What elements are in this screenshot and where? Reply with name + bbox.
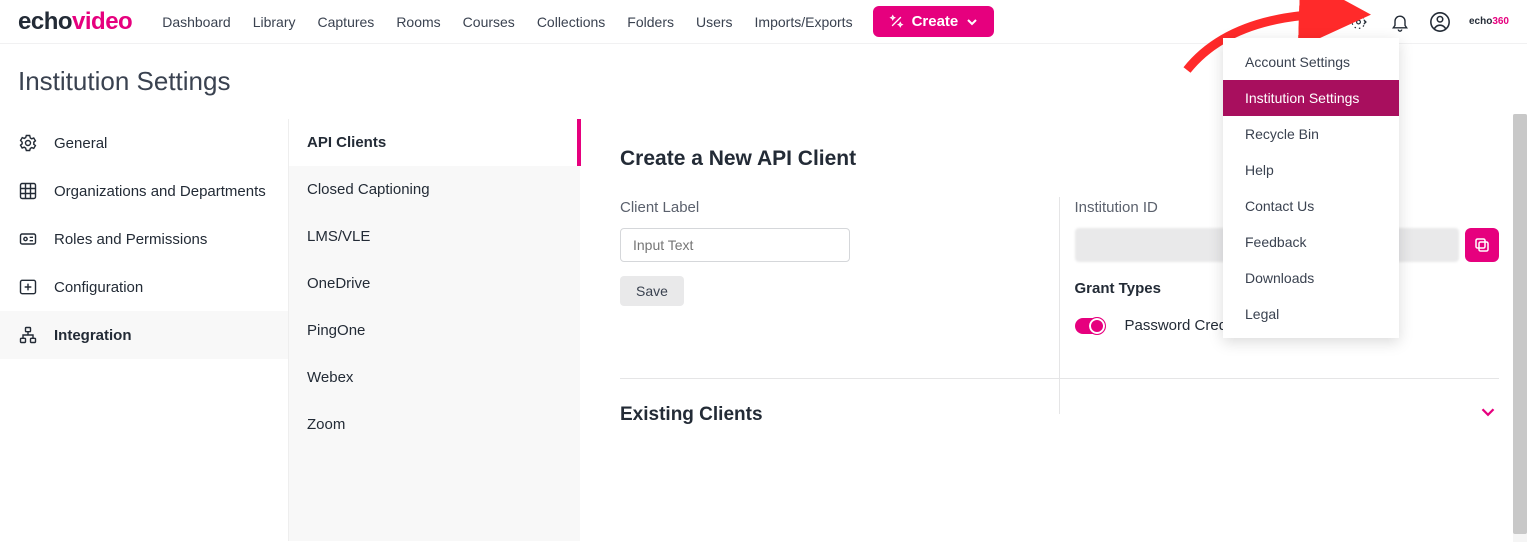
existing-clients-label: Existing Clients [620, 404, 763, 426]
primary-sidebar: General Organizations and Departments Ro… [0, 119, 288, 541]
dd-institution-settings[interactable]: Institution Settings [1223, 80, 1399, 116]
create-button[interactable]: Create [873, 6, 995, 37]
sub-item-lms-vle[interactable]: LMS/VLE [289, 213, 580, 260]
nav-library[interactable]: Library [253, 14, 296, 30]
sidebar-item-label: Roles and Permissions [54, 231, 207, 248]
copy-button[interactable] [1465, 228, 1499, 262]
chevron-down-icon [966, 16, 978, 28]
chevron-down-icon[interactable] [1477, 401, 1499, 429]
nav-dashboard[interactable]: Dashboard [162, 14, 231, 30]
dd-help[interactable]: Help [1223, 152, 1399, 188]
settings-gear-icon[interactable] [1349, 11, 1371, 33]
dd-downloads[interactable]: Downloads [1223, 260, 1399, 296]
nav-collections[interactable]: Collections [537, 14, 605, 30]
logo-text-a: echo [18, 8, 72, 35]
sub-item-api-clients[interactable]: API Clients [289, 119, 580, 166]
sidebar-item-integration[interactable]: Integration [0, 311, 288, 359]
sub-item-closed-captioning[interactable]: Closed Captioning [289, 166, 580, 213]
dd-contact-us[interactable]: Contact Us [1223, 188, 1399, 224]
account-user-icon[interactable] [1429, 11, 1451, 33]
main-nav: Dashboard Library Captures Rooms Courses… [162, 14, 852, 30]
nav-folders[interactable]: Folders [627, 14, 674, 30]
save-button[interactable]: Save [620, 276, 684, 306]
settings-dropdown: Account Settings Institution Settings Re… [1223, 38, 1399, 338]
role-icon [18, 229, 38, 249]
sub-item-onedrive[interactable]: OneDrive [289, 260, 580, 307]
sidebar-item-label: Configuration [54, 279, 143, 296]
dd-account-settings[interactable]: Account Settings [1223, 44, 1399, 80]
dd-legal[interactable]: Legal [1223, 296, 1399, 332]
sub-item-zoom[interactable]: Zoom [289, 401, 580, 448]
sub-item-pingone[interactable]: PingOne [289, 307, 580, 354]
scrollbar[interactable] [1513, 114, 1527, 542]
dd-recycle-bin[interactable]: Recycle Bin [1223, 116, 1399, 152]
sub-item-webex[interactable]: Webex [289, 354, 580, 401]
mini-logo[interactable]: echo360 [1469, 16, 1509, 27]
nav-captures[interactable]: Captures [318, 14, 375, 30]
form-col-client: Client Label Save [620, 199, 1045, 334]
nav-users[interactable]: Users [696, 14, 733, 30]
notifications-bell-icon[interactable] [1389, 11, 1411, 33]
gear-icon [18, 133, 38, 153]
config-icon [18, 277, 38, 297]
client-label: Client Label [620, 199, 1045, 216]
sidebar-item-label: Organizations and Departments [54, 183, 266, 200]
vertical-divider [1059, 197, 1060, 414]
sidebar-item-label: Integration [54, 327, 132, 344]
logo-text-b: video [72, 8, 132, 35]
toggle-switch-1[interactable] [1075, 318, 1105, 334]
sidebar-item-general[interactable]: General [0, 119, 288, 167]
sidebar-item-roles[interactable]: Roles and Permissions [0, 215, 288, 263]
client-label-input[interactable] [620, 228, 850, 262]
sidebar-item-configuration[interactable]: Configuration [0, 263, 288, 311]
scrollbar-thumb[interactable] [1513, 114, 1527, 534]
integration-icon [18, 325, 38, 345]
wand-icon [889, 14, 904, 29]
copy-icon [1473, 236, 1491, 254]
existing-clients-row[interactable]: Existing Clients [620, 401, 1499, 429]
create-label: Create [912, 13, 959, 30]
separator [620, 378, 1499, 379]
sidebar-item-organizations[interactable]: Organizations and Departments [0, 167, 288, 215]
nav-imports-exports[interactable]: Imports/Exports [755, 14, 853, 30]
header-right: echo360 [1349, 11, 1509, 33]
nav-courses[interactable]: Courses [463, 14, 515, 30]
nav-rooms[interactable]: Rooms [396, 14, 440, 30]
sidebar-item-label: General [54, 135, 107, 152]
secondary-sidebar: API Clients Closed Captioning LMS/VLE On… [288, 119, 580, 541]
dd-feedback[interactable]: Feedback [1223, 224, 1399, 260]
org-icon [18, 181, 38, 201]
logo[interactable]: echovideo [18, 8, 132, 36]
